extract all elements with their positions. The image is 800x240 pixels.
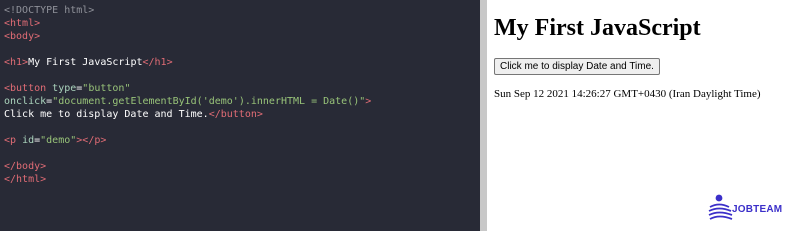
html-open-tag: <html>: [4, 18, 41, 29]
demo-output: Sun Sep 12 2021 14:26:27 GMT+0430 (Iran …: [494, 88, 761, 100]
jobteam-logo: JOBTEAM: [708, 193, 798, 225]
button-text-token: Click me to display Date and Time.: [4, 109, 209, 120]
logo-text: JOBTEAM: [732, 204, 783, 215]
code-editor[interactable]: <!DOCTYPE html> <html> <body> <h1>My Fir…: [0, 0, 480, 231]
code-line-body-open: <body>: [4, 30, 480, 43]
h1-close-tag: </h1>: [142, 57, 173, 68]
code-line-html-close: </html>: [4, 173, 480, 186]
code-line-doctype: <!DOCTYPE html>: [4, 4, 480, 17]
type-value-token: "button": [82, 83, 131, 94]
body-open-tag: <body>: [4, 31, 41, 42]
h1-text-token: My First JavaScript: [28, 57, 143, 68]
code-line-html-open: <html>: [4, 17, 480, 30]
p-close-tag: </p>: [82, 135, 107, 146]
doctype-token: <!DOCTYPE html>: [4, 5, 95, 16]
h1-open-tag: <h1>: [4, 57, 29, 68]
button-close-tag: </button>: [208, 109, 263, 120]
onclick-value-token: "document.getElementById('demo').innerHT…: [52, 96, 366, 107]
p-id-value-token: "demo": [40, 135, 77, 146]
onclick-attr-token: onclick: [4, 96, 47, 107]
code-line-body-close: </body>: [4, 160, 480, 173]
pane-divider[interactable]: [480, 0, 487, 231]
type-attr-token: type: [46, 83, 77, 94]
logo-figure-icon: [708, 194, 733, 220]
display-date-button[interactable]: Click me to display Date and Time.: [494, 58, 660, 75]
body-close-tag: </body>: [4, 161, 47, 172]
code-line-onclick: onclick="document.getElementById('demo')…: [4, 95, 480, 108]
preview-heading: My First JavaScript: [494, 15, 701, 41]
html-close-tag: </html>: [4, 174, 47, 185]
p-open-tag: <p: [4, 135, 17, 146]
p-id-attr-token: id: [16, 135, 35, 146]
onclick-close-bracket: >: [365, 96, 372, 107]
code-line-button-open: <button type="button": [4, 82, 480, 95]
button-open-tag: <button: [4, 83, 47, 94]
code-line-button-text: Click me to display Date and Time.</butt…: [4, 108, 480, 121]
code-line-h1: <h1>My First JavaScript</h1>: [4, 56, 480, 69]
code-line-p: <p id="demo"></p>: [4, 134, 480, 147]
